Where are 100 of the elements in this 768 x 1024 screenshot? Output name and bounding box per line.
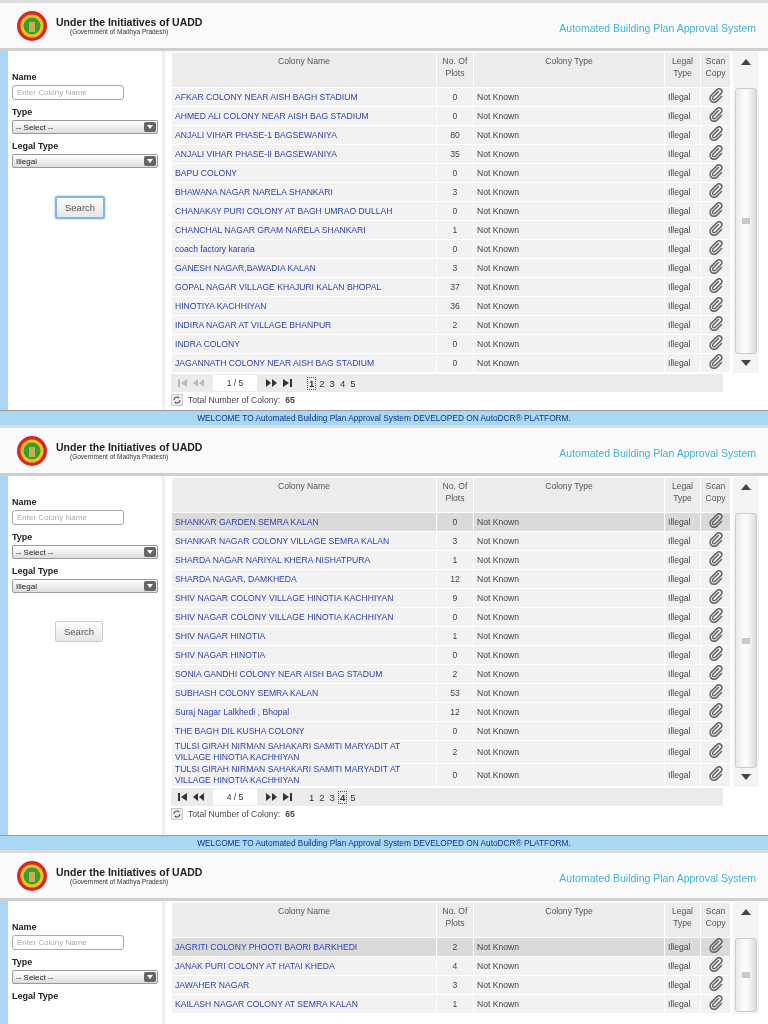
paperclip-icon[interactable] — [708, 570, 723, 585]
paperclip-icon[interactable] — [708, 259, 723, 274]
paperclip-icon[interactable] — [708, 145, 723, 160]
paperclip-icon[interactable] — [708, 164, 723, 179]
page-link[interactable]: 4 — [337, 790, 348, 804]
table-row[interactable]: SHANKAR GARDEN SEMRA KALAN 0 Not Known Illegal — [171, 512, 731, 532]
table-row[interactable]: SUBHASH COLONY SEMRA KALAN 53 Not Known Illegal — [171, 683, 731, 703]
paperclip-icon[interactable] — [708, 703, 723, 718]
paperclip-icon[interactable] — [708, 743, 723, 758]
table-row[interactable]: JANAK PURI COLONY AT HATAI KHEDA 4 Not Known Illegal — [171, 956, 731, 976]
table-row[interactable]: SHIV NAGAR HINOTIA 1 Not Known Illegal — [171, 626, 731, 646]
type-dropdown[interactable]: -- Select -- — [12, 120, 158, 134]
page-link[interactable]: 3 — [327, 376, 337, 390]
paperclip-icon[interactable] — [708, 513, 723, 528]
paperclip-icon[interactable] — [708, 995, 723, 1010]
type-dropdown[interactable]: -- Select -- — [12, 545, 158, 559]
page-link[interactable]: 5 — [348, 790, 358, 804]
first-page-icon[interactable] — [177, 792, 188, 802]
scrollbar[interactable] — [733, 52, 759, 373]
table-row[interactable]: GANESH NAGAR,BAWADIA KALAN 3 Not Known Illegal — [171, 258, 731, 278]
table-row[interactable]: SHIV NAGAR COLONY VILLAGE HINOTIA KACHHIYAN 0 Not Known Illegal — [171, 607, 731, 627]
colony-name-field[interactable]: Enter Colony Name — [12, 510, 124, 525]
previous-page-icon[interactable] — [192, 792, 205, 802]
scrollbar-thumb[interactable] — [735, 938, 757, 1012]
paperclip-icon[interactable] — [708, 722, 723, 737]
table-row[interactable]: ANJALI VIHAR PHASE-II BAGSEWANIYA 35 Not Known Illegal — [171, 144, 731, 164]
table-row[interactable]: BHAWANA NAGAR NARELA SHANKARI 3 Not Known Illegal — [171, 182, 731, 202]
paperclip-icon[interactable] — [708, 221, 723, 236]
next-page-icon[interactable] — [265, 378, 278, 388]
scroll-up-icon[interactable] — [740, 58, 752, 66]
legal-type-dropdown[interactable]: Illegal — [12, 579, 158, 593]
refresh-icon[interactable] — [171, 394, 183, 406]
scrollbar[interactable] — [733, 477, 759, 787]
refresh-icon[interactable] — [171, 808, 183, 820]
paperclip-icon[interactable] — [708, 627, 723, 642]
paperclip-icon[interactable] — [708, 957, 723, 972]
table-row[interactable]: SHARDA NAGAR NARIYAL KHERA NISHATPURA 1 Not Known Illegal — [171, 550, 731, 570]
table-row[interactable]: KAILASH NAGAR COLONY AT SEMRA KALAN 1 Not Known Illegal — [171, 994, 731, 1014]
table-row[interactable]: JAGRITI COLONY PHOOTI BAORI BARKHEDI 2 Not Known Illegal — [171, 937, 731, 957]
table-row[interactable]: ANJALI VIHAR PHASE-1 BAGSEWANIYA 80 Not Known Illegal — [171, 125, 731, 145]
table-row[interactable]: Suraj Nagar Lalkhedi , Bhopal 12 Not Known Illegal — [171, 702, 731, 722]
paperclip-icon[interactable] — [708, 354, 723, 369]
table-row[interactable]: TULSI GIRAH NIRMAN SAHAKARI SAMITI MARYADIT AT VILLAGE HINOTIA KACHHIYAN 2 Not Known Illegal — [171, 740, 731, 764]
page-link[interactable]: 3 — [327, 790, 337, 804]
paperclip-icon[interactable] — [708, 938, 723, 953]
table-row[interactable]: TULSI GIRAH NIRMAN SAHAKARI SAMITI MARYADIT AT VILLAGE HINOTIA KACHHIYAN 0 Not Known Illegal — [171, 763, 731, 787]
search-button[interactable]: Search — [55, 621, 104, 642]
table-row[interactable]: coach factory kararia 0 Not Known Illegal — [171, 239, 731, 259]
table-row[interactable]: GOPAL NAGAR VILLAGE KHAJURI KALAN BHOPAL 37 Not Known Illegal — [171, 277, 731, 297]
page-link[interactable]: 2 — [317, 376, 327, 390]
scrollbar-thumb[interactable] — [735, 88, 757, 354]
next-page-icon[interactable] — [265, 792, 278, 802]
table-row[interactable]: CHANCHAL NAGAR GRAM NARELA SHANKARI 1 Not Known Illegal — [171, 220, 731, 240]
table-row[interactable]: BAPU COLONY 0 Not Known Illegal — [171, 163, 731, 183]
table-row[interactable]: HINOTIYA KACHHIYAN 36 Not Known Illegal — [171, 296, 731, 316]
table-row[interactable]: SHANKAR NAGAR COLONY VILLAGE SEMRA KALAN 3 Not Known Illegal — [171, 531, 731, 551]
paperclip-icon[interactable] — [708, 766, 723, 781]
table-row[interactable]: CHANAKAY PURI COLONY AT BAGH UMRAO DULLAH 0 Not Known Illegal — [171, 201, 731, 221]
paperclip-icon[interactable] — [708, 551, 723, 566]
legal-type-dropdown[interactable]: Illegal — [12, 154, 158, 168]
paperclip-icon[interactable] — [708, 608, 723, 623]
table-row[interactable]: SONIA GANDHI COLONY NEAR AISH BAG STADUM 2 Not Known Illegal — [171, 664, 731, 684]
colony-name-field[interactable]: Enter Colony Name — [12, 85, 124, 100]
page-link[interactable]: 1 — [307, 790, 317, 804]
paperclip-icon[interactable] — [708, 335, 723, 350]
page-field[interactable]: 4 / 5 — [213, 789, 257, 805]
colony-name-field[interactable]: Enter Colony Name — [12, 935, 124, 950]
search-button[interactable]: Search — [55, 196, 106, 219]
page-link[interactable]: 2 — [317, 790, 327, 804]
paperclip-icon[interactable] — [708, 202, 723, 217]
paperclip-icon[interactable] — [708, 183, 723, 198]
table-row[interactable]: JAWAHER NAGAR 3 Not Known Illegal — [171, 975, 731, 995]
paperclip-icon[interactable] — [708, 240, 723, 255]
table-row[interactable]: INDRA COLONY 0 Not Known Illegal — [171, 334, 731, 354]
paperclip-icon[interactable] — [708, 684, 723, 699]
paperclip-icon[interactable] — [708, 88, 723, 103]
paperclip-icon[interactable] — [708, 316, 723, 331]
page-link[interactable]: 5 — [348, 376, 358, 390]
last-page-icon[interactable] — [282, 792, 293, 802]
paperclip-icon[interactable] — [708, 107, 723, 122]
table-row[interactable]: AHMED ALI COLONY NEAR AISH BAG STADIUM 0 Not Known Illegal — [171, 106, 731, 126]
scroll-down-icon[interactable] — [740, 359, 752, 367]
table-row[interactable]: SHIV NAGAR COLONY VILLAGE HINOTIA KACHHIYAN 9 Not Known Illegal — [171, 588, 731, 608]
paperclip-icon[interactable] — [708, 278, 723, 293]
scroll-down-icon[interactable] — [740, 773, 752, 781]
paperclip-icon[interactable] — [708, 646, 723, 661]
scrollbar[interactable] — [733, 902, 759, 1014]
table-row[interactable]: INDIRA NAGAR AT VILLAGE BHANPUR 2 Not Known Illegal — [171, 315, 731, 335]
table-row[interactable]: THE BAGH DIL KUSHA COLONY 0 Not Known Illegal — [171, 721, 731, 741]
table-row[interactable]: JAGANNATH COLONY NEAR AISH BAG STADIUM 0 Not Known Illegal — [171, 353, 731, 373]
type-dropdown[interactable]: -- Select -- — [12, 970, 158, 984]
page-field[interactable]: 1 / 5 — [213, 375, 257, 391]
page-link[interactable]: 1 — [307, 376, 317, 390]
paperclip-icon[interactable] — [708, 976, 723, 991]
scroll-up-icon[interactable] — [740, 908, 752, 916]
table-row[interactable]: SHARDA NAGAR, DAMKHEDA 12 Not Known Illegal — [171, 569, 731, 589]
paperclip-icon[interactable] — [708, 589, 723, 604]
paperclip-icon[interactable] — [708, 665, 723, 680]
last-page-icon[interactable] — [282, 378, 293, 388]
scroll-up-icon[interactable] — [740, 483, 752, 491]
